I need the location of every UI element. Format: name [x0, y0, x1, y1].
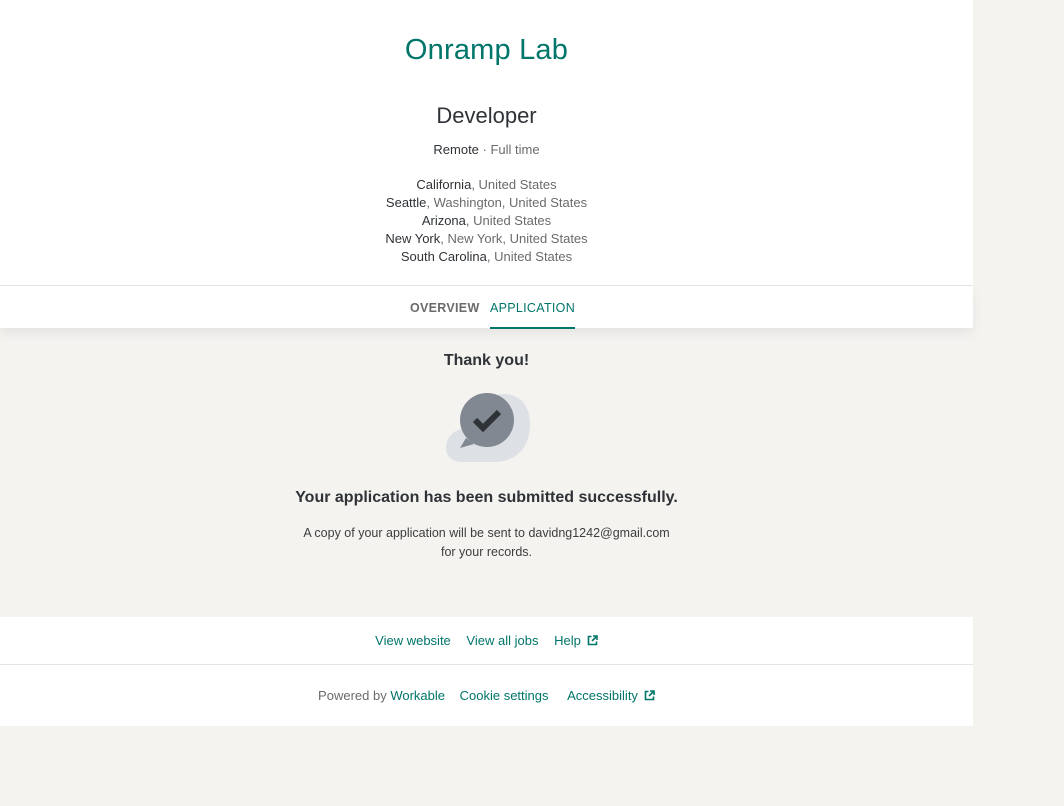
email-copy-line1: A copy of your application will be sent … — [303, 526, 670, 540]
external-link-icon — [587, 635, 598, 646]
location-region: , New York, United States — [440, 231, 588, 246]
footer-links: View website View all jobs Help — [0, 617, 973, 665]
email-copy-line2: for your records. — [440, 545, 532, 559]
view-all-jobs-link[interactable]: View all jobs — [466, 633, 538, 648]
tab-application[interactable]: APPLICATION — [490, 286, 576, 329]
tab-overview[interactable]: OVERVIEW — [410, 286, 480, 328]
confirmation-panel: Thank you! Your application has been sub… — [0, 328, 973, 617]
location-item: New York, New York, United States — [0, 230, 973, 248]
thanks-heading: Thank you! — [443, 352, 530, 369]
help-link[interactable]: Help — [554, 633, 598, 648]
footer-bottom: Powered by Workable Cookie settings Acce… — [0, 665, 973, 727]
workable-link[interactable]: Workable — [390, 688, 445, 703]
job-meta: Remote · Full time — [0, 142, 973, 157]
location-item: South Carolina, United States — [0, 248, 973, 266]
help-link-label: Help — [554, 633, 581, 648]
view-website-link[interactable]: View website — [375, 633, 451, 648]
location-region: , United States — [465, 213, 552, 228]
chat-check-icon — [446, 393, 530, 462]
location-item: Seattle, Washington, United States — [0, 194, 973, 212]
tab-bar: OVERVIEW APPLICATION — [0, 285, 973, 329]
employment-type: Full time — [490, 142, 540, 157]
location-item: California, United States — [0, 176, 973, 194]
location-city: Seattle — [385, 195, 427, 210]
company-name[interactable]: Onramp Lab — [0, 34, 973, 67]
location-city: California — [416, 177, 472, 192]
location-region: , Washington, United States — [426, 195, 588, 210]
job-title: Developer — [436, 103, 537, 128]
location-region: , United States — [486, 249, 573, 264]
workplace-type: Remote — [433, 142, 479, 157]
location-city: South Carolina — [400, 249, 487, 264]
accessibility-link-label: Accessibility — [567, 688, 638, 703]
location-city: New York — [385, 231, 441, 246]
accessibility-link[interactable]: Accessibility — [567, 688, 655, 703]
job-header: Onramp Lab Developer Remote · Full time … — [0, 0, 973, 285]
cookie-settings-link[interactable]: Cookie settings — [460, 688, 549, 703]
location-item: Arizona, United States — [0, 212, 973, 230]
powered-by-label: Powered by — [318, 688, 391, 703]
location-city: Arizona — [421, 213, 466, 228]
page: Onramp Lab Developer Remote · Full time … — [0, 0, 973, 726]
location-region: , United States — [471, 177, 557, 192]
job-locations: California, United States Seattle, Washi… — [0, 176, 973, 266]
success-message: Your application has been submitted succ… — [295, 489, 678, 506]
email-copy-notice: A copy of your application will be sent … — [0, 524, 973, 562]
meta-separator: · — [478, 142, 491, 157]
external-link-icon — [644, 690, 655, 701]
footer: View website View all jobs Help Powered … — [0, 617, 973, 726]
